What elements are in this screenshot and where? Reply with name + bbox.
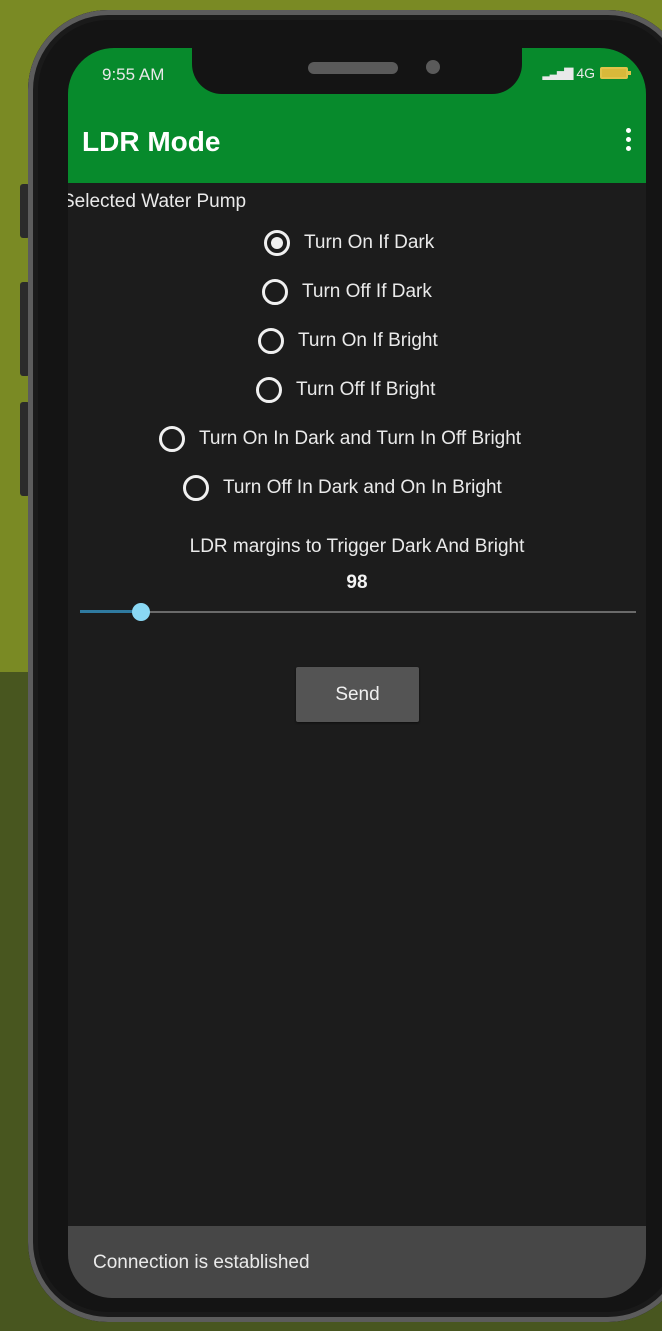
network-type: 4G xyxy=(576,65,595,81)
phone-notch xyxy=(192,48,522,94)
radio-option-0[interactable]: Turn On If Dark xyxy=(264,223,434,263)
ldr-margin-value: 98 xyxy=(346,572,368,593)
status-time: 9:55 AM xyxy=(102,65,165,84)
radio-unchecked-icon[interactable] xyxy=(183,475,209,501)
more-vert-icon[interactable] xyxy=(624,128,632,151)
radio-unchecked-icon[interactable] xyxy=(256,377,282,403)
radio-unchecked-icon[interactable] xyxy=(262,279,288,305)
radio-option-5[interactable]: Turn Off In Dark and On In Bright xyxy=(183,468,502,508)
radio-label: Turn Off In Dark and On In Bright xyxy=(223,477,502,498)
radio-label: Turn On If Bright xyxy=(298,330,438,351)
ldr-margin-label: LDR margins to Trigger Dark And Bright xyxy=(189,536,525,557)
radio-option-4[interactable]: Turn On In Dark and Turn In Off Bright xyxy=(159,419,521,459)
radio-label: Turn On In Dark and Turn In Off Bright xyxy=(199,428,522,449)
send-button[interactable]: Send xyxy=(296,667,419,722)
radio-option-3[interactable]: Turn Off If Bright xyxy=(256,370,435,410)
radio-label: Turn Off If Bright xyxy=(296,379,436,400)
radio-option-2[interactable]: Turn On If Bright xyxy=(258,321,438,361)
page-title: LDR Mode xyxy=(82,126,221,157)
ldr-margin-slider[interactable] xyxy=(80,600,636,624)
speaker-icon xyxy=(308,62,398,74)
phone-screen: 9:55 AM ▂▃▅▇ 4G LDR Mode Selected Water … xyxy=(68,48,646,1298)
camera-icon xyxy=(426,60,440,74)
signal-icon: ▂▃▅▇ xyxy=(542,66,573,80)
radio-label: Turn Off If Dark xyxy=(302,281,432,302)
radio-unchecked-icon[interactable] xyxy=(159,426,185,452)
radio-checked-icon[interactable] xyxy=(264,230,290,256)
status-icons: ▂▃▅▇ 4G xyxy=(542,65,631,81)
selected-device-label: Selected Water Pump xyxy=(68,191,247,212)
radio-option-1[interactable]: Turn Off If Dark xyxy=(262,272,432,312)
snackbar-message: Connection is established xyxy=(93,1252,310,1273)
radio-label: Turn On If Dark xyxy=(304,232,435,253)
snackbar: Connection is established xyxy=(68,1226,646,1298)
slider-track[interactable] xyxy=(80,611,636,613)
radio-unchecked-icon[interactable] xyxy=(258,328,284,354)
battery-icon xyxy=(600,67,631,79)
slider-thumb[interactable] xyxy=(132,603,151,621)
